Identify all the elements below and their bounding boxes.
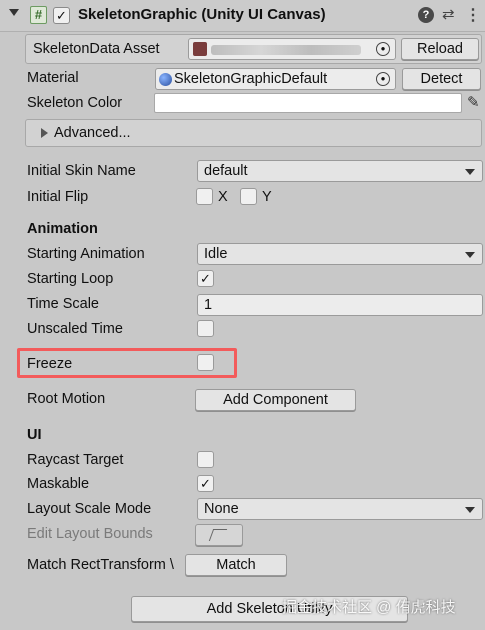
advanced-label: Advanced... xyxy=(54,125,131,141)
chevron-down-icon xyxy=(465,252,475,258)
flip-y-label: Y xyxy=(262,189,272,205)
detect-button[interactable]: Detect xyxy=(402,68,481,90)
layout-scale-mode-value: None xyxy=(204,501,239,517)
initial-skin-label: Initial Skin Name xyxy=(27,163,136,179)
maskable-label: Maskable xyxy=(27,476,90,492)
skeleton-data-asset-field[interactable]: ● xyxy=(188,38,396,60)
material-picker-icon[interactable]: ● xyxy=(376,72,390,86)
foldout-arrow-icon[interactable] xyxy=(9,9,19,16)
freeze-label: Freeze xyxy=(27,356,73,372)
material-sphere-icon xyxy=(159,73,172,86)
component-header: # ✓ SkeletonGraphic (Unity UI Canvas) ? … xyxy=(0,0,485,32)
layout-scale-mode-label: Layout Scale Mode xyxy=(27,501,152,517)
starting-animation-value: Idle xyxy=(204,246,228,262)
ui-section-header: UI xyxy=(27,427,42,443)
initial-skin-dropdown[interactable]: default xyxy=(197,160,483,182)
chevron-down-icon xyxy=(465,507,475,513)
edit-layout-bounds-label: Edit Layout Bounds xyxy=(27,526,153,542)
maskable-checkbox[interactable]: ✓ xyxy=(197,475,214,492)
kebab-menu-icon[interactable]: ⋮ xyxy=(465,5,481,25)
match-button[interactable]: Match xyxy=(185,554,287,576)
animation-section-header: Animation xyxy=(27,221,98,237)
time-scale-input[interactable]: 1 xyxy=(197,294,483,316)
help-icon[interactable]: ? xyxy=(418,7,434,23)
enabled-checkbox[interactable]: ✓ xyxy=(53,7,70,24)
foldout-right-icon xyxy=(41,128,48,138)
starting-loop-label: Starting Loop xyxy=(27,271,114,287)
freeze-checkbox[interactable] xyxy=(197,354,214,371)
root-motion-label: Root Motion xyxy=(27,391,106,407)
reload-button[interactable]: Reload xyxy=(401,38,479,60)
object-picker-icon[interactable]: ● xyxy=(376,42,390,56)
advanced-foldout[interactable]: Advanced... xyxy=(25,119,482,147)
eyedropper-icon[interactable]: ✎ xyxy=(467,93,480,111)
edit-bounds-button[interactable] xyxy=(195,524,243,546)
skeleton-data-asset-label: SkeletonData Asset xyxy=(33,41,160,57)
component-title: SkeletonGraphic (Unity UI Canvas) xyxy=(78,6,326,23)
unscaled-time-label: Unscaled Time xyxy=(27,321,123,337)
starting-animation-dropdown[interactable]: Idle xyxy=(197,243,483,265)
hash-script-icon: # xyxy=(30,6,47,24)
flip-x-checkbox[interactable] xyxy=(196,188,213,205)
starting-animation-label: Starting Animation xyxy=(27,246,145,262)
material-value: SkeletonGraphicDefault xyxy=(174,71,328,87)
watermark: 掘金技术社区 @ 侑虎科技 xyxy=(282,599,456,616)
asset-thumbnail-icon xyxy=(193,42,207,56)
edit-bounds-icon xyxy=(208,529,228,541)
layout-scale-mode-dropdown[interactable]: None xyxy=(197,498,483,520)
initial-flip-label: Initial Flip xyxy=(27,189,89,205)
flip-x-label: X xyxy=(218,189,228,205)
flip-y-checkbox[interactable] xyxy=(240,188,257,205)
preset-sliders-icon[interactable]: ⇄ xyxy=(442,5,455,23)
raycast-target-label: Raycast Target xyxy=(27,452,124,468)
starting-loop-checkbox[interactable]: ✓ xyxy=(197,270,214,287)
asset-name-blurred xyxy=(211,45,361,55)
unscaled-time-checkbox[interactable] xyxy=(197,320,214,337)
time-scale-label: Time Scale xyxy=(27,296,99,312)
chevron-down-icon xyxy=(465,169,475,175)
material-label: Material xyxy=(27,70,79,86)
skeleton-color-label: Skeleton Color xyxy=(27,95,123,111)
material-field[interactable]: SkeletonGraphicDefault ● xyxy=(155,68,396,90)
raycast-target-checkbox[interactable] xyxy=(197,451,214,468)
match-recttransform-label: Match RectTransform \ xyxy=(27,557,174,573)
skeleton-color-swatch[interactable] xyxy=(154,93,462,113)
add-component-button[interactable]: Add Component xyxy=(195,389,356,411)
initial-skin-value: default xyxy=(204,163,248,179)
